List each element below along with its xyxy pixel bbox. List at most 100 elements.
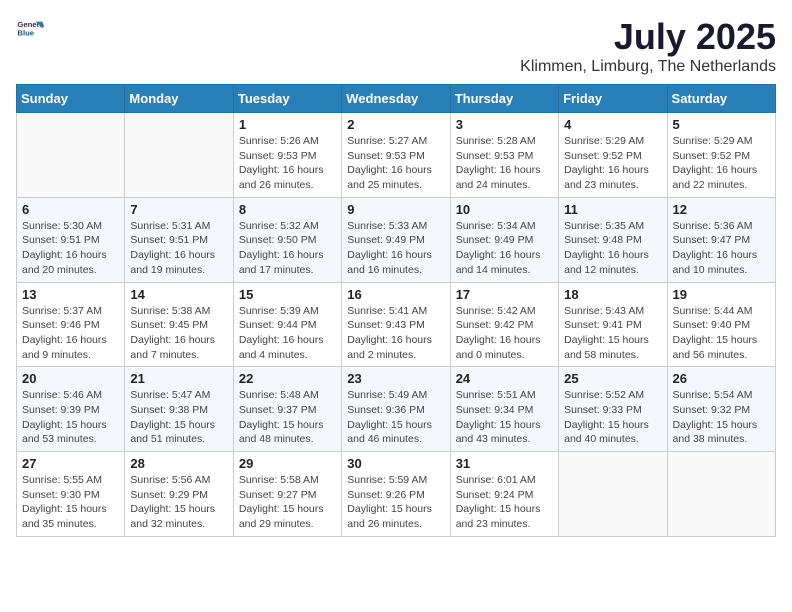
cell-text: Daylight: 15 hours and 40 minutes. (564, 418, 661, 447)
day-number: 21 (130, 371, 227, 386)
day-number: 3 (456, 117, 553, 132)
cell-text: Daylight: 15 hours and 29 minutes. (239, 502, 336, 531)
calendar-week-5: 27Sunrise: 5:55 AMSunset: 9:30 PMDayligh… (17, 452, 776, 537)
cell-text: Sunset: 9:52 PM (673, 149, 770, 164)
cell-text: Sunset: 9:43 PM (347, 318, 444, 333)
calendar-header-tuesday: Tuesday (233, 85, 341, 113)
cell-text: Sunrise: 5:31 AM (130, 219, 227, 234)
logo-icon: General Blue (16, 16, 44, 44)
calendar-cell: 19Sunrise: 5:44 AMSunset: 9:40 PMDayligh… (667, 282, 775, 367)
calendar-cell: 9Sunrise: 5:33 AMSunset: 9:49 PMDaylight… (342, 197, 450, 282)
cell-text: Sunrise: 5:37 AM (22, 304, 119, 319)
cell-text: Sunset: 9:48 PM (564, 233, 661, 248)
cell-text: Daylight: 15 hours and 23 minutes. (456, 502, 553, 531)
calendar-cell (667, 452, 775, 537)
cell-text: Daylight: 15 hours and 58 minutes. (564, 333, 661, 362)
calendar-cell: 22Sunrise: 5:48 AMSunset: 9:37 PMDayligh… (233, 367, 341, 452)
cell-text: Sunrise: 5:56 AM (130, 473, 227, 488)
cell-text: Sunrise: 5:30 AM (22, 219, 119, 234)
day-number: 31 (456, 456, 553, 471)
calendar-cell: 20Sunrise: 5:46 AMSunset: 9:39 PMDayligh… (17, 367, 125, 452)
day-number: 25 (564, 371, 661, 386)
day-number: 6 (22, 202, 119, 217)
cell-text: Daylight: 16 hours and 23 minutes. (564, 163, 661, 192)
cell-text: Sunrise: 5:27 AM (347, 134, 444, 149)
calendar-cell: 14Sunrise: 5:38 AMSunset: 9:45 PMDayligh… (125, 282, 233, 367)
cell-text: Sunset: 9:39 PM (22, 403, 119, 418)
cell-text: Sunrise: 5:33 AM (347, 219, 444, 234)
calendar-header-thursday: Thursday (450, 85, 558, 113)
day-number: 12 (673, 202, 770, 217)
cell-text: Daylight: 16 hours and 0 minutes. (456, 333, 553, 362)
calendar-cell: 24Sunrise: 5:51 AMSunset: 9:34 PMDayligh… (450, 367, 558, 452)
day-number: 8 (239, 202, 336, 217)
cell-text: Daylight: 16 hours and 26 minutes. (239, 163, 336, 192)
cell-text: Sunrise: 5:46 AM (22, 388, 119, 403)
cell-text: Sunrise: 5:55 AM (22, 473, 119, 488)
day-number: 30 (347, 456, 444, 471)
calendar-cell: 31Sunrise: 6:01 AMSunset: 9:24 PMDayligh… (450, 452, 558, 537)
calendar-header-friday: Friday (559, 85, 667, 113)
cell-text: Daylight: 16 hours and 22 minutes. (673, 163, 770, 192)
cell-text: Sunrise: 5:36 AM (673, 219, 770, 234)
day-number: 4 (564, 117, 661, 132)
calendar-cell: 26Sunrise: 5:54 AMSunset: 9:32 PMDayligh… (667, 367, 775, 452)
cell-text: Sunset: 9:51 PM (22, 233, 119, 248)
cell-text: Sunset: 9:47 PM (673, 233, 770, 248)
day-number: 2 (347, 117, 444, 132)
location: Klimmen, Limburg, The Netherlands (520, 58, 776, 76)
cell-text: Daylight: 16 hours and 20 minutes. (22, 248, 119, 277)
title-block: July 2025 Klimmen, Limburg, The Netherla… (520, 16, 776, 76)
cell-text: Daylight: 15 hours and 26 minutes. (347, 502, 444, 531)
cell-text: Sunrise: 5:44 AM (673, 304, 770, 319)
cell-text: Sunset: 9:41 PM (564, 318, 661, 333)
calendar-cell: 30Sunrise: 5:59 AMSunset: 9:26 PMDayligh… (342, 452, 450, 537)
day-number: 23 (347, 371, 444, 386)
cell-text: Sunset: 9:46 PM (22, 318, 119, 333)
calendar-cell: 7Sunrise: 5:31 AMSunset: 9:51 PMDaylight… (125, 197, 233, 282)
cell-text: Daylight: 15 hours and 56 minutes. (673, 333, 770, 362)
calendar-week-1: 1Sunrise: 5:26 AMSunset: 9:53 PMDaylight… (17, 113, 776, 198)
calendar-cell: 11Sunrise: 5:35 AMSunset: 9:48 PMDayligh… (559, 197, 667, 282)
cell-text: Daylight: 16 hours and 24 minutes. (456, 163, 553, 192)
day-number: 22 (239, 371, 336, 386)
cell-text: Sunrise: 5:39 AM (239, 304, 336, 319)
calendar-header-sunday: Sunday (17, 85, 125, 113)
cell-text: Sunset: 9:30 PM (22, 488, 119, 503)
cell-text: Sunset: 9:29 PM (130, 488, 227, 503)
cell-text: Sunset: 9:27 PM (239, 488, 336, 503)
calendar-header-wednesday: Wednesday (342, 85, 450, 113)
cell-text: Sunset: 9:51 PM (130, 233, 227, 248)
calendar-cell (559, 452, 667, 537)
calendar-cell: 23Sunrise: 5:49 AMSunset: 9:36 PMDayligh… (342, 367, 450, 452)
cell-text: Sunset: 9:42 PM (456, 318, 553, 333)
calendar-cell: 16Sunrise: 5:41 AMSunset: 9:43 PMDayligh… (342, 282, 450, 367)
cell-text: Sunset: 9:38 PM (130, 403, 227, 418)
cell-text: Daylight: 15 hours and 38 minutes. (673, 418, 770, 447)
cell-text: Sunrise: 5:29 AM (564, 134, 661, 149)
cell-text: Daylight: 16 hours and 2 minutes. (347, 333, 444, 362)
day-number: 13 (22, 287, 119, 302)
cell-text: Daylight: 16 hours and 25 minutes. (347, 163, 444, 192)
cell-text: Daylight: 15 hours and 32 minutes. (130, 502, 227, 531)
calendar-cell: 28Sunrise: 5:56 AMSunset: 9:29 PMDayligh… (125, 452, 233, 537)
cell-text: Sunset: 9:37 PM (239, 403, 336, 418)
calendar-week-4: 20Sunrise: 5:46 AMSunset: 9:39 PMDayligh… (17, 367, 776, 452)
cell-text: Daylight: 16 hours and 7 minutes. (130, 333, 227, 362)
cell-text: Sunset: 9:52 PM (564, 149, 661, 164)
day-number: 5 (673, 117, 770, 132)
cell-text: Sunset: 9:33 PM (564, 403, 661, 418)
day-number: 18 (564, 287, 661, 302)
cell-text: Daylight: 15 hours and 53 minutes. (22, 418, 119, 447)
cell-text: Sunrise: 5:51 AM (456, 388, 553, 403)
cell-text: Sunrise: 5:38 AM (130, 304, 227, 319)
calendar-table: SundayMondayTuesdayWednesdayThursdayFrid… (16, 84, 776, 537)
cell-text: Daylight: 16 hours and 9 minutes. (22, 333, 119, 362)
calendar-header-saturday: Saturday (667, 85, 775, 113)
cell-text: Sunrise: 5:32 AM (239, 219, 336, 234)
day-number: 1 (239, 117, 336, 132)
day-number: 11 (564, 202, 661, 217)
calendar-cell: 27Sunrise: 5:55 AMSunset: 9:30 PMDayligh… (17, 452, 125, 537)
cell-text: Sunset: 9:45 PM (130, 318, 227, 333)
day-number: 10 (456, 202, 553, 217)
